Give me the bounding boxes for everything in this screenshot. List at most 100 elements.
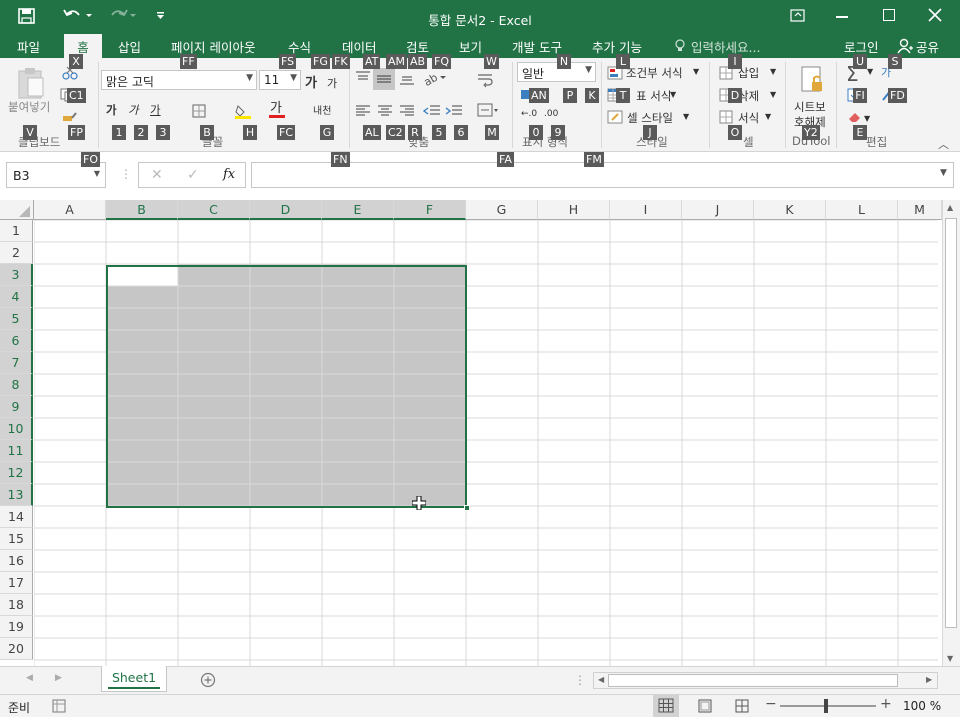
row-header[interactable]: 17 xyxy=(0,572,33,594)
bottom-align-icon[interactable] xyxy=(399,72,415,86)
tab-view[interactable]: 보기 xyxy=(459,37,482,56)
row-header[interactable]: 16 xyxy=(0,550,33,572)
align-right-icon[interactable] xyxy=(399,104,415,118)
phonetic-icon[interactable]: 내천 xyxy=(313,102,331,117)
top-align-icon[interactable] xyxy=(355,70,371,84)
column-header[interactable]: L xyxy=(826,200,898,220)
prev-sheet-icon[interactable]: ◀ xyxy=(26,673,33,683)
paste-icon[interactable] xyxy=(16,66,46,100)
scroll-down-icon[interactable]: ▼ xyxy=(947,654,953,663)
shrink-font-icon[interactable]: 가 xyxy=(327,75,337,91)
page-break-view-icon[interactable] xyxy=(734,699,750,713)
row-header[interactable]: 3 xyxy=(0,264,33,286)
zoom-slider[interactable] xyxy=(780,699,876,713)
increase-indent-icon[interactable] xyxy=(445,104,463,118)
column-header[interactable]: K xyxy=(754,200,826,220)
column-header[interactable]: H xyxy=(538,200,610,220)
align-center-icon[interactable] xyxy=(377,104,393,118)
middle-align-icon[interactable] xyxy=(373,68,395,90)
column-header[interactable]: D xyxy=(250,200,322,220)
align-left-icon[interactable] xyxy=(355,104,371,118)
paste-label[interactable]: 붙여넣기 xyxy=(8,99,50,115)
conditional-format-button[interactable]: 조건부 서식 xyxy=(626,65,683,81)
row-header[interactable]: 8 xyxy=(0,374,33,396)
row-header[interactable]: 20 xyxy=(0,638,33,660)
scroll-left-icon[interactable]: ◀ xyxy=(598,675,604,684)
wrap-text-icon[interactable] xyxy=(477,72,493,88)
zoom-out-icon[interactable]: − xyxy=(765,696,777,712)
page-layout-view-icon[interactable] xyxy=(697,699,713,713)
clear-icon[interactable] xyxy=(847,110,863,124)
row-header[interactable]: 11 xyxy=(0,440,33,462)
column-header[interactable]: F xyxy=(394,200,466,220)
cell-styles-button[interactable]: 셀 스타일 xyxy=(627,110,673,126)
tab-insert[interactable]: 삽입 xyxy=(118,37,141,56)
tab-developer[interactable]: 개발 도구 xyxy=(512,37,562,56)
macro-record-icon[interactable] xyxy=(52,699,66,713)
row-header[interactable]: 15 xyxy=(0,528,33,550)
format-painter-icon[interactable] xyxy=(62,110,78,124)
scroll-right-icon[interactable]: ▶ xyxy=(926,675,932,684)
vertical-scrollbar[interactable]: ▲ ▼ xyxy=(942,200,960,666)
share-button[interactable]: 공유 xyxy=(916,37,939,56)
column-header[interactable]: I xyxy=(610,200,682,220)
zoom-level[interactable]: 100 % xyxy=(903,699,941,713)
minimize-icon[interactable] xyxy=(836,16,848,18)
row-header[interactable]: 10 xyxy=(0,418,33,440)
row-header[interactable]: 13 xyxy=(0,484,33,506)
add-sheet-icon[interactable] xyxy=(200,672,216,688)
bold-icon[interactable]: 가 xyxy=(106,102,117,118)
sheet-tab-sheet1[interactable]: Sheet1 xyxy=(101,666,167,692)
maximize-icon[interactable] xyxy=(883,9,895,21)
save-icon[interactable] xyxy=(18,8,35,24)
close-icon[interactable] xyxy=(928,8,942,22)
row-header[interactable]: 14 xyxy=(0,506,33,528)
row-header[interactable]: 7 xyxy=(0,352,33,374)
column-header[interactable]: J xyxy=(682,200,754,220)
expand-formula-icon[interactable]: ▼ xyxy=(940,168,947,178)
enter-icon[interactable]: ✓ xyxy=(187,167,199,183)
fill-color-icon[interactable] xyxy=(234,102,252,120)
tell-me-input[interactable]: 입력하세요... xyxy=(691,37,760,56)
row-header[interactable]: 6 xyxy=(0,330,33,352)
row-header[interactable]: 9 xyxy=(0,396,33,418)
format-table-button[interactable]: 표 서식 xyxy=(636,88,671,104)
select-all-button[interactable] xyxy=(0,200,34,220)
italic-icon[interactable]: 가 xyxy=(128,102,139,118)
insert-function-icon[interactable]: fx xyxy=(223,167,235,182)
fill-handle[interactable] xyxy=(464,505,470,511)
row-header[interactable]: 5 xyxy=(0,308,33,330)
column-header[interactable]: C xyxy=(178,200,250,220)
row-header[interactable]: 2 xyxy=(0,242,33,264)
font-name-select[interactable]: 맑은 고딕 ▼ xyxy=(101,70,257,90)
selection-range[interactable] xyxy=(106,265,467,508)
zoom-slider-thumb[interactable] xyxy=(824,699,828,713)
undo-icon[interactable] xyxy=(62,6,92,24)
column-header[interactable]: G xyxy=(466,200,538,220)
redo-icon[interactable] xyxy=(106,6,136,24)
normal-view-icon[interactable] xyxy=(653,695,679,717)
vertical-scroll-thumb[interactable] xyxy=(945,218,957,628)
underline-icon[interactable]: 가 xyxy=(150,102,161,118)
font-size-select[interactable]: 11 ▼ xyxy=(259,70,301,90)
row-header[interactable]: 18 xyxy=(0,594,33,616)
row-header[interactable]: 1 xyxy=(0,220,33,242)
orientation-icon[interactable]: ab xyxy=(422,70,447,89)
format-cells-button[interactable]: 서식 xyxy=(738,110,759,126)
unprotect-sheet-label-1[interactable]: 시트보 xyxy=(794,99,826,115)
decrease-indent-icon[interactable] xyxy=(422,104,441,118)
tab-file[interactable]: 파일 xyxy=(17,37,40,56)
font-color-icon[interactable]: 가 xyxy=(268,100,286,120)
customize-qat-icon[interactable] xyxy=(156,10,166,20)
border-icon[interactable] xyxy=(192,104,206,118)
decrease-decimal-icon[interactable]: .00 xyxy=(544,109,558,119)
column-header[interactable]: B xyxy=(106,200,178,220)
horizontal-scroll-thumb[interactable] xyxy=(608,674,898,687)
next-sheet-icon[interactable]: ▶ xyxy=(55,673,62,683)
increase-decimal-icon[interactable]: ←.0 xyxy=(521,109,537,119)
ribbon-display-icon[interactable] xyxy=(790,9,806,23)
column-header[interactable]: E xyxy=(322,200,394,220)
unprotect-sheet-icon[interactable] xyxy=(800,66,826,96)
horizontal-scrollbar[interactable]: ◀ ▶ xyxy=(593,672,938,689)
row-header[interactable]: 12 xyxy=(0,462,33,484)
